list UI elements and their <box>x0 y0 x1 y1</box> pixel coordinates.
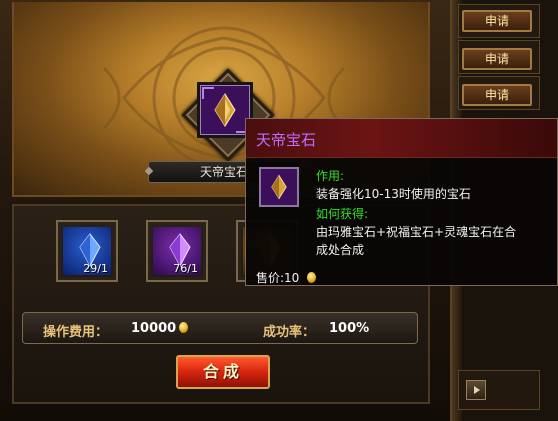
cost-label: 操作费用： <box>43 325 109 340</box>
play-arrow-icon[interactable] <box>466 380 486 400</box>
obtain-label: 如何获得: <box>316 207 369 221</box>
material-cell: 29/1 <box>63 227 111 275</box>
material-count: 29/1 <box>83 262 108 275</box>
cost-bar: 操作费用： 10000 成功率： 100% <box>22 312 418 344</box>
cost-value: 10000 <box>131 321 177 336</box>
result-item-name: 天帝宝石 <box>199 165 248 179</box>
material-slot-1[interactable]: 29/1 <box>58 222 116 280</box>
usage-label: 作用: <box>316 169 345 183</box>
material-cell: 76/1 <box>153 227 201 275</box>
tooltip-item-icon <box>259 167 299 207</box>
corner-tick <box>202 87 214 99</box>
material-slot-2[interactable]: 76/1 <box>148 222 206 280</box>
coin-icon <box>179 322 189 333</box>
success-rate-value: 100% <box>329 321 370 336</box>
cost-value-wrap: 10000 <box>131 321 189 336</box>
craft-button[interactable]: 合成 <box>176 355 270 389</box>
usage-text: 装备强化10-13时使用的宝石 <box>316 187 471 201</box>
tooltip-header: 天帝宝石 <box>246 119 557 158</box>
gem-icon <box>271 174 287 200</box>
apply-button-3[interactable]: 申请 <box>462 84 532 106</box>
coin-icon <box>307 272 317 283</box>
material-count: 76/1 <box>173 262 198 275</box>
price-row: 售价:10 <box>256 269 317 286</box>
price-label: 售价: <box>256 271 285 285</box>
tooltip-title: 天帝宝石 <box>256 131 317 149</box>
apply-button-2[interactable]: 申请 <box>462 48 532 70</box>
price-value: 10 <box>284 271 300 285</box>
obtain-text-2: 成处合成 <box>316 243 365 257</box>
gem-icon <box>214 93 236 127</box>
apply-button-1[interactable]: 申请 <box>462 10 532 32</box>
success-rate-label: 成功率： <box>263 325 316 340</box>
item-tooltip: 天帝宝石 作用: 装备强化10-13时使用的宝石 如何获得: 由玛雅宝石+祝福宝… <box>245 118 558 286</box>
obtain-text-1: 由玛雅宝石+祝福宝石+灵魂宝石在合 <box>316 225 517 239</box>
